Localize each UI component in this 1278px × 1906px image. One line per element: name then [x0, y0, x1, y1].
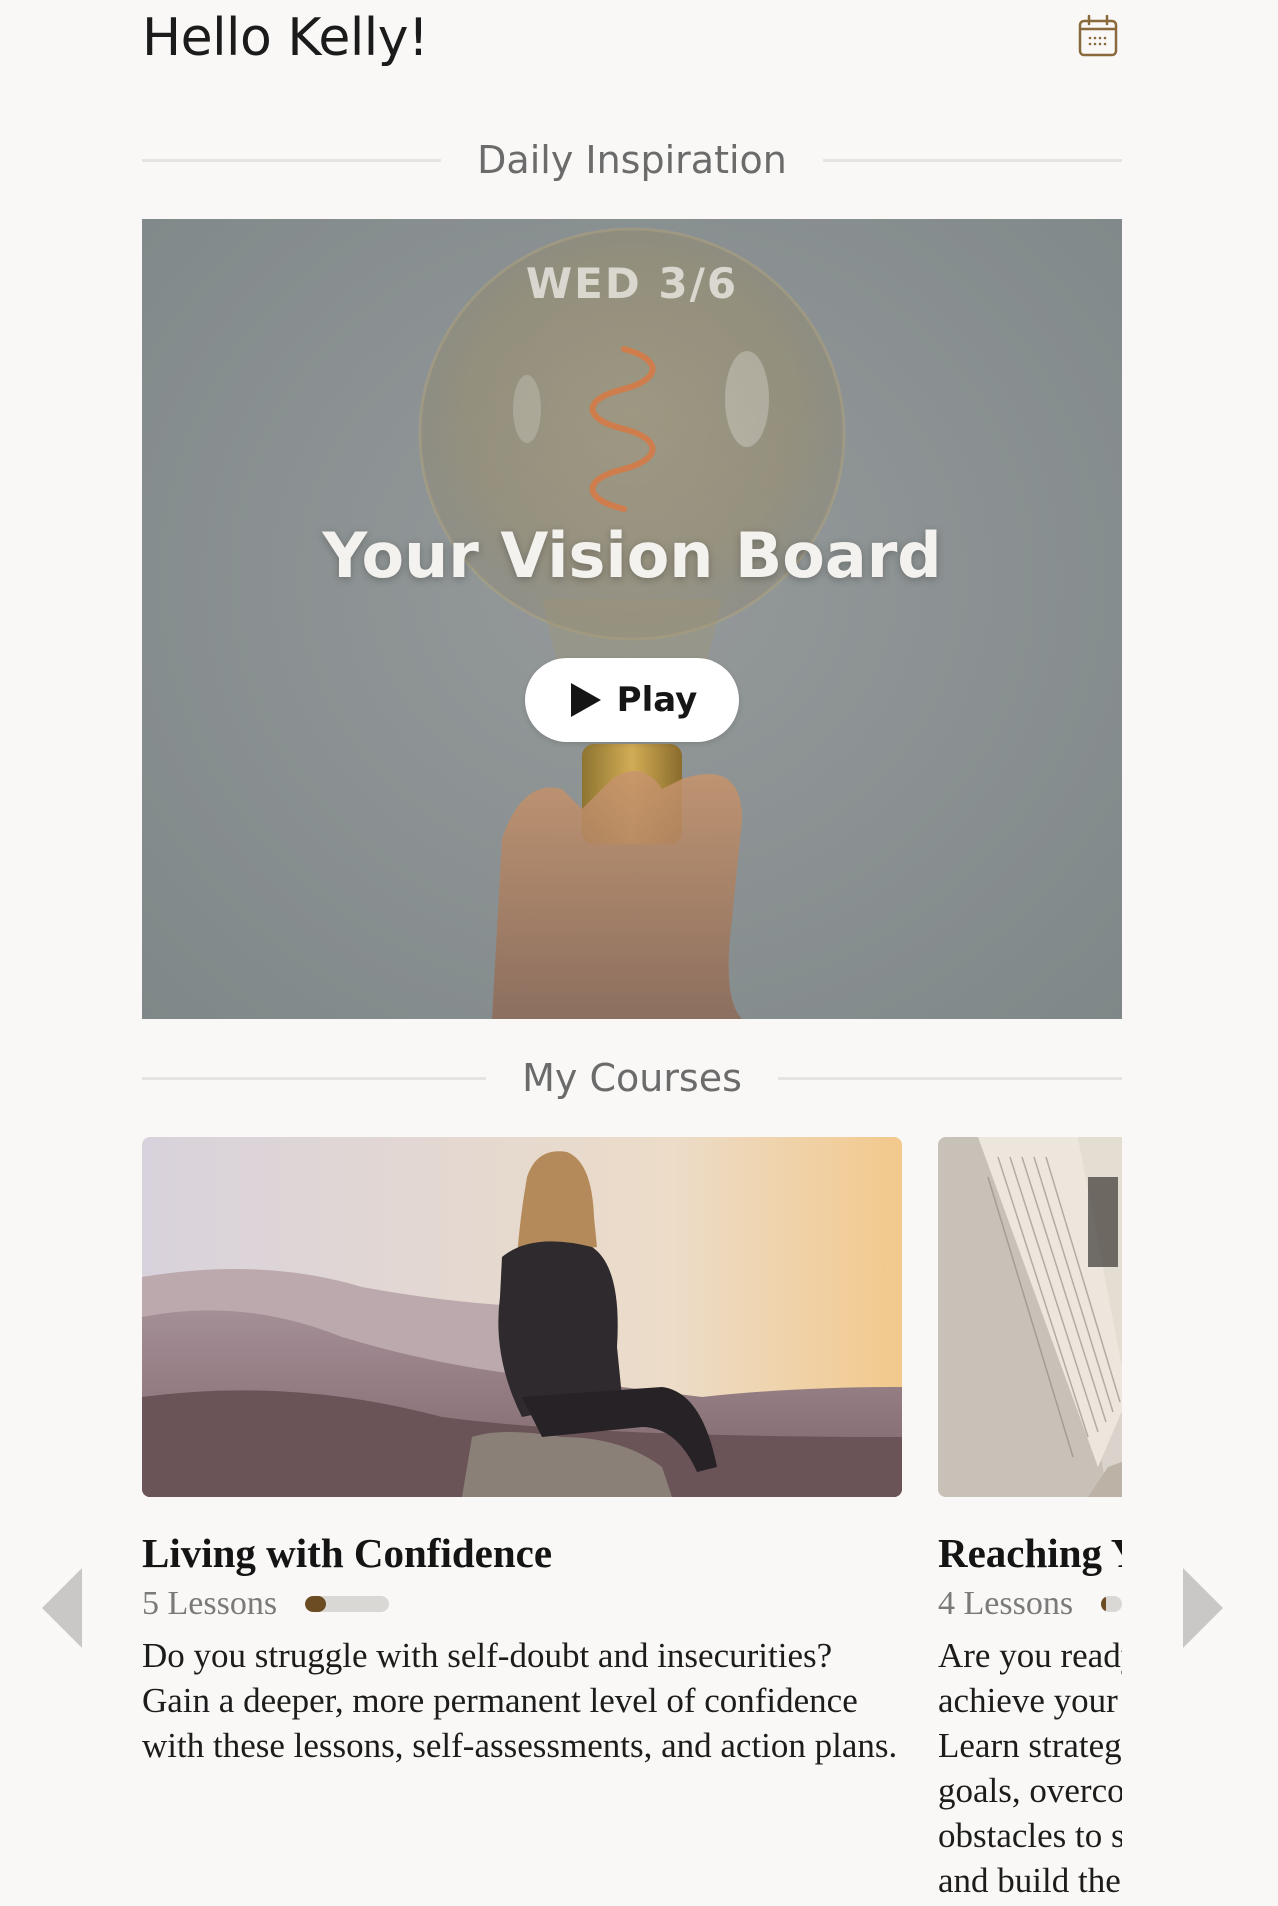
daily-inspiration-title: Daily Inspiration — [477, 138, 787, 182]
daily-inspiration-card[interactable]: WED 3/6 Your Vision Board Play — [142, 219, 1122, 1019]
course-image — [938, 1137, 1122, 1497]
play-button[interactable]: Play — [525, 658, 739, 742]
my-courses-title: My Courses — [522, 1056, 742, 1100]
course-progress-bar — [305, 1596, 390, 1612]
progress-fill — [1101, 1596, 1107, 1612]
course-card[interactable]: Reaching Your Goals 4 Lessons Are you re… — [938, 1137, 1122, 1906]
calendar-icon — [1078, 14, 1118, 57]
play-icon — [570, 683, 601, 717]
course-title: Reaching Your Goals — [938, 1530, 1122, 1576]
lightbulb-image — [418, 227, 846, 1019]
chevron-left-icon[interactable] — [42, 1568, 82, 1648]
greeting-title: Hello Kelly! — [142, 8, 429, 68]
inspiration-date: WED 3/6 — [525, 259, 739, 308]
my-courses-header: My Courses — [142, 1048, 1123, 1108]
daily-inspiration-header: Daily Inspiration — [142, 130, 1123, 190]
chevron-right-icon[interactable] — [1183, 1568, 1223, 1648]
divider — [142, 158, 442, 162]
play-label: Play — [616, 680, 698, 720]
inspiration-title: Your Vision Board — [322, 519, 942, 592]
divider — [142, 1076, 487, 1080]
course-title: Living with Confidence — [142, 1530, 553, 1576]
lesson-count: 4 Lessons — [938, 1585, 1074, 1622]
calendar-button[interactable] — [1073, 12, 1123, 62]
course-description: Do you struggle with self-doubt and inse… — [142, 1636, 898, 1765]
divider — [822, 158, 1123, 162]
lesson-count: 5 Lessons — [142, 1585, 278, 1622]
divider — [777, 1076, 1123, 1080]
course-image — [142, 1137, 902, 1497]
course-card[interactable]: Living with Confidence 5 Lessons Do you … — [142, 1137, 902, 1768]
progress-fill — [305, 1596, 327, 1612]
course-progress-bar — [1101, 1596, 1122, 1612]
course-description: Are you ready to achieve your goals? Lea… — [938, 1636, 1122, 1900]
